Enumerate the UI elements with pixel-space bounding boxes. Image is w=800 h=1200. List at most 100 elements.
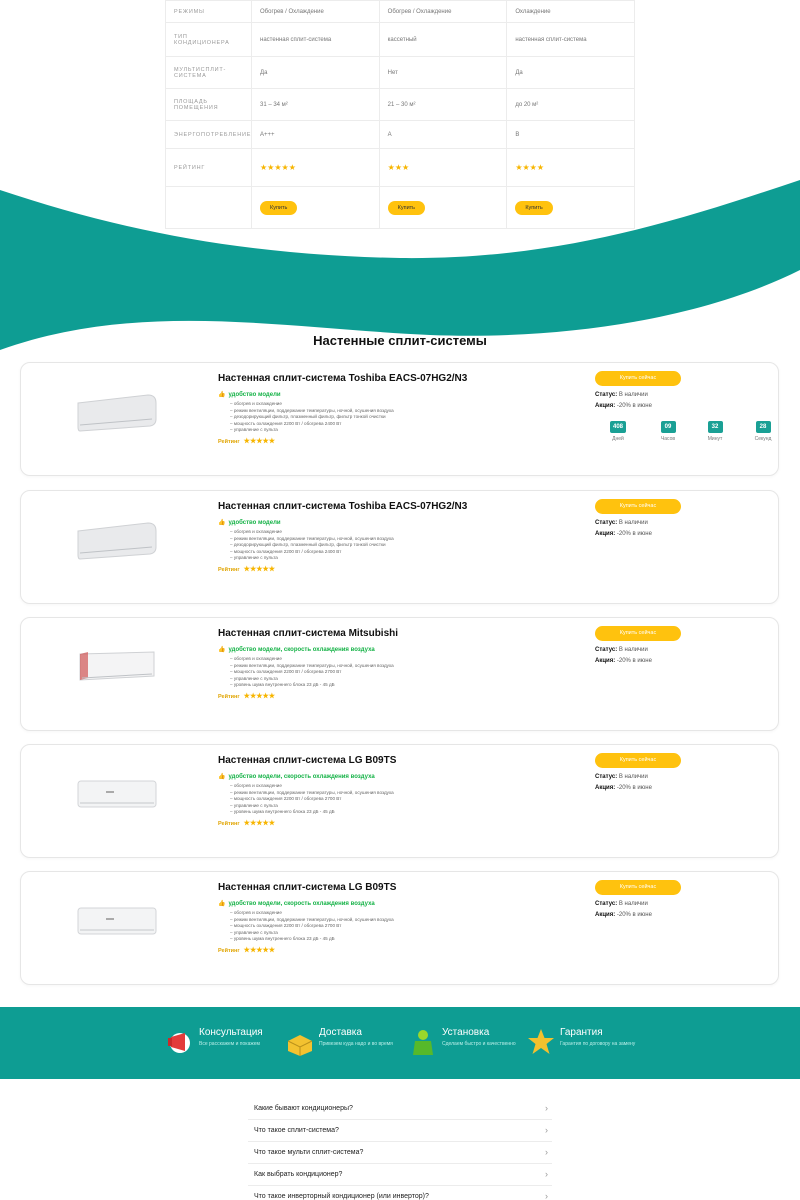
spec-item: уровень шума внутреннего блока 23 дБ - 4… xyxy=(230,682,394,689)
spec-item: обогрев и охлаждение xyxy=(230,656,394,663)
product-title[interactable]: Настенная сплит-система LG B09TS xyxy=(218,755,396,766)
benefit-title: Консультация xyxy=(199,1027,263,1038)
countdown-caption: Секунд xyxy=(754,436,772,442)
buy-now-button[interactable]: Купить сейчас xyxy=(595,753,681,768)
countdown-unit: 32 Минут xyxy=(700,415,730,442)
spec-item: режим вентиляции, поддержание температур… xyxy=(230,790,394,797)
spec-item: обогрев и охлаждение xyxy=(230,910,394,917)
product-feature: 👍 удобство модели xyxy=(218,519,281,526)
buy-button[interactable]: Купить xyxy=(387,200,426,215)
faq-question: Как выбрать кондиционер? xyxy=(254,1171,343,1178)
faq-item[interactable]: Какие бывают кондиционеры? › xyxy=(248,1098,552,1120)
faq-item[interactable]: Что такое инверторный кондиционер (или и… xyxy=(248,1186,552,1200)
rating-stars: ★★★★ xyxy=(515,163,544,172)
promo-value: -20% в июне xyxy=(615,912,652,918)
thumbs-up-icon: 👍 xyxy=(218,901,226,907)
buy-button[interactable]: Купить xyxy=(260,200,298,215)
chevron-right-icon: › xyxy=(545,1169,548,1179)
buy-now-button[interactable]: Купить сейчас xyxy=(595,371,681,386)
countdown-caption: Минут xyxy=(707,436,723,442)
spec-item: мощность охлаждения 2200 Вт / обогрева 2… xyxy=(230,669,394,676)
status-label: Статус: xyxy=(595,647,618,653)
countdown-unit: 408 Дней xyxy=(603,415,633,442)
compare-cell: Да xyxy=(506,56,635,89)
spec-item: мощность охлаждения 2200 Вт / обогрева 2… xyxy=(230,796,394,803)
product-card: Настенная сплит-система Toshiba EACS-07H… xyxy=(20,490,779,604)
spec-item: управление с пульта xyxy=(230,676,394,683)
product-status: Статус: В наличии xyxy=(595,520,648,526)
product-rating: Рейтинг ★★★★★ xyxy=(218,437,275,445)
rating-label: Рейтинг xyxy=(218,567,240,573)
compare-cell: Нет xyxy=(378,56,508,89)
promo-label: Акция: xyxy=(595,785,616,791)
thumbs-up-icon: 👍 xyxy=(218,774,226,780)
compare-row: Мультисплит-система Да Нет Да xyxy=(165,56,635,89)
rating-stars: ★★★★★ xyxy=(243,693,276,700)
status-value: В наличии xyxy=(617,774,648,780)
product-feature: 👍 удобство модели xyxy=(218,391,281,398)
product-card: Настенная сплит-система Toshiba EACS-07H… xyxy=(20,362,779,476)
rating-label: Рейтинг xyxy=(218,694,240,700)
compare-row-label: Режимы xyxy=(165,0,252,23)
product-title[interactable]: Настенная сплит-система LG B09TS xyxy=(218,882,396,893)
faq-question: Что такое мульти сплит-система? xyxy=(254,1149,364,1156)
spec-item: обогрев и охлаждение xyxy=(230,783,394,790)
spec-item: дезодорирующий фильтр, плазменный фильтр… xyxy=(230,542,394,549)
product-rating: Рейтинг ★★★★★ xyxy=(218,692,275,700)
compare-row: Режимы Обогрев / Охлаждение Обогрев / Охла… xyxy=(165,0,635,23)
promo-value: -20% в июне xyxy=(615,403,652,409)
spec-item: мощность охлаждения 2200 Вт / обогрева 2… xyxy=(230,549,394,556)
benefit-item: Установка Сделаем быстро и качественно xyxy=(408,1025,528,1065)
box-icon xyxy=(287,1035,313,1056)
product-title[interactable]: Настенная сплит-система Toshiba EACS-07H… xyxy=(218,373,467,384)
faq-item[interactable]: Что такое мульти сплит-система? › xyxy=(248,1142,552,1164)
benefit-title: Гарантия xyxy=(560,1027,603,1038)
product-promo: Акция: -20% в июне xyxy=(595,658,652,664)
product-promo: Акция: -20% в июне xyxy=(595,403,652,409)
thumbs-up-icon: 👍 xyxy=(218,392,226,398)
spec-item: мощность охлаждения 2200 Вт / обогрева 2… xyxy=(230,923,394,930)
spec-item: управление с пульта xyxy=(230,930,394,937)
buy-now-button[interactable]: Купить сейчас xyxy=(595,626,681,641)
compare-row-label: Тип кондиционера xyxy=(165,22,252,57)
product-feature-text: удобство модели, скорость охлаждения воз… xyxy=(228,901,375,907)
product-card: Настенная сплит-система Mitsubishi 👍 удобс… xyxy=(20,617,779,731)
product-title[interactable]: Настенная сплит-система Mitsubishi xyxy=(218,628,398,639)
rating-label: Рейтинг xyxy=(218,821,240,827)
chevron-right-icon: › xyxy=(545,1147,548,1157)
product-specs: обогрев и охлаждениережим вентиляции, по… xyxy=(230,783,394,816)
compare-cell: Охлаждение xyxy=(506,0,635,23)
spec-item: мощность охлаждения 2200 Вт / обогрева 2… xyxy=(230,421,394,428)
status-value: В наличии xyxy=(617,901,648,907)
rating-stars: ★★★★★ xyxy=(243,438,276,445)
benefit-text: Привезем куда надо и во время xyxy=(319,1041,393,1047)
product-feature: 👍 удобство модели, скорость охлаждения во… xyxy=(218,646,375,653)
compare-row: Площадь помещения 31 – 34 м² 21 – 30 м² до … xyxy=(165,88,635,121)
product-title[interactable]: Настенная сплит-система Toshiba EACS-07H… xyxy=(218,501,467,512)
product-status: Статус: В наличии xyxy=(595,647,648,653)
faq-item[interactable]: Что такое сплит-система? › xyxy=(248,1120,552,1142)
product-promo: Акция: -20% в июне xyxy=(595,785,652,791)
promo-value: -20% в июне xyxy=(615,658,652,664)
countdown-unit: 09 Часов xyxy=(653,415,683,442)
buy-now-button[interactable]: Купить сейчас xyxy=(595,880,681,895)
countdown-value: 09 xyxy=(660,421,676,433)
benefit-item: Гарантия Гарантия по договору на замену xyxy=(526,1025,646,1065)
compare-row-label: Энергопотребление xyxy=(165,120,252,149)
benefits-band: Консультация Все расскажем и покажем Доста… xyxy=(0,1007,800,1079)
spec-item: режим вентиляции, поддержание температур… xyxy=(230,663,394,670)
buy-button[interactable]: Купить xyxy=(515,200,553,215)
buy-now-button[interactable]: Купить сейчас xyxy=(595,499,681,514)
faq-question: Что такое инверторный кондиционер (или и… xyxy=(254,1193,429,1200)
spec-item: дезодорирующий фильтр, плазменный фильтр… xyxy=(230,414,394,421)
product-specs: обогрев и охлаждениережим вентиляции, по… xyxy=(230,401,394,434)
status-value: В наличии xyxy=(617,520,648,526)
product-feature-text: удобство модели, скорость охлаждения воз… xyxy=(228,774,375,780)
product-card: Настенная сплит-система LG B09TS 👍 удобств… xyxy=(20,871,779,985)
compare-cell: настенная сплит-система xyxy=(251,22,380,57)
benefit-title: Установка xyxy=(442,1027,490,1038)
faq-item[interactable]: Как выбрать кондиционер? › xyxy=(248,1164,552,1186)
compare-row: Рейтинг ★★★★★ ★★★ ★★★★ xyxy=(165,148,635,187)
compare-row-label: Мультисплит-система xyxy=(165,56,252,89)
compare-cell: до 20 м² xyxy=(506,88,635,121)
